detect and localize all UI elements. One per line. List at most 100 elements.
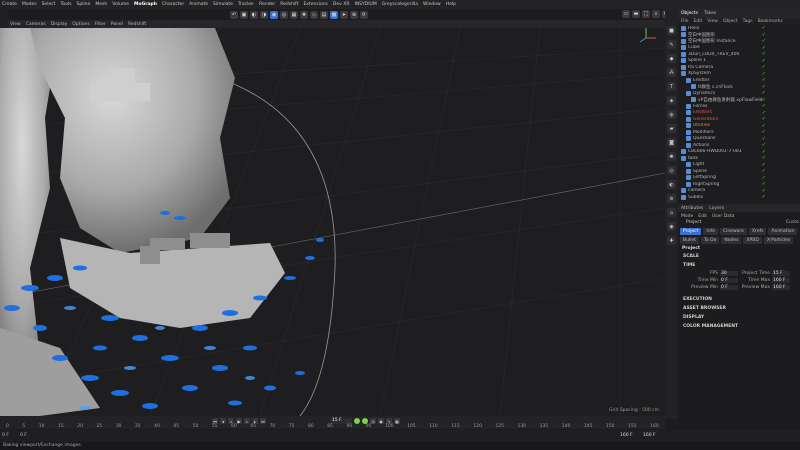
workplane-icon[interactable]: ▦	[290, 11, 298, 19]
viewport-menu-item[interactable]: Options	[72, 22, 89, 27]
menu-item[interactable]: Help	[446, 2, 456, 7]
viewport-menu-item[interactable]: Panel	[111, 22, 123, 27]
enabled-check-icon[interactable]: ✓	[762, 149, 766, 155]
text-icon[interactable]: T	[667, 82, 676, 91]
panel-tab[interactable]: Takes	[704, 11, 716, 16]
cube-icon[interactable]: ■	[667, 26, 676, 35]
fullscreen-icon[interactable]: ⛶	[642, 10, 650, 18]
enabled-check-icon[interactable]: ✓	[762, 25, 766, 31]
enabled-check-icon[interactable]: ✓	[762, 64, 766, 70]
field-value[interactable]: 0 F	[720, 284, 738, 291]
viewport-menu-item[interactable]: View	[10, 22, 21, 27]
target-icon[interactable]: ⊚	[667, 194, 676, 203]
light-icon[interactable]: ✺	[667, 152, 676, 161]
grid-icon[interactable]: ▤	[320, 11, 328, 19]
field-value[interactable]: 30	[720, 270, 738, 277]
panel-menu-item[interactable]: File	[681, 19, 689, 24]
menu-item[interactable]: Mesh	[95, 2, 107, 7]
menu-item[interactable]: Render	[259, 2, 275, 7]
viewport-menu-item[interactable]: Display	[51, 22, 68, 27]
menu-item[interactable]: Animate	[189, 2, 208, 7]
cursor-icon[interactable]: ➤	[340, 11, 348, 19]
panel-menu-item[interactable]: Object	[723, 19, 738, 24]
3d-viewport[interactable]: Grid Spacing : 500 cm	[0, 28, 665, 416]
attr-tab-to-do[interactable]: To Do	[700, 237, 720, 244]
attr-tab-info[interactable]: Info	[703, 228, 718, 235]
scene-icon[interactable]: ◎	[667, 166, 676, 175]
attr-tab-nodes[interactable]: Nodes	[721, 237, 742, 244]
cloner-icon[interactable]: ⁂	[667, 68, 676, 77]
enabled-check-icon[interactable]: ✓	[762, 136, 766, 142]
attr-tab-xpbd[interactable]: XPBD	[743, 237, 762, 244]
attributes-menu-item[interactable]: Mode	[681, 214, 693, 219]
group-color-management[interactable]: COLOR MANAGEMENT	[683, 324, 738, 329]
enabled-check-icon[interactable]: ✓	[762, 129, 766, 135]
snap-icon[interactable]: ◎	[280, 11, 288, 19]
enabled-check-icon[interactable]: ✓	[762, 188, 766, 194]
render-view-icon[interactable]: ▣	[240, 11, 248, 19]
end-frame[interactable]: 160 F	[643, 433, 656, 438]
custom-label[interactable]: Custo	[786, 220, 799, 225]
group-scale[interactable]: SCALE	[683, 254, 699, 259]
rotate-icon[interactable]: ⟳	[360, 11, 368, 19]
enabled-check-icon[interactable]: ✓	[762, 71, 766, 77]
panel-menu-item[interactable]: Bookmarks	[758, 19, 783, 24]
layout-icon[interactable]: ▭	[622, 10, 630, 18]
menu-item[interactable]: INSYDIUM	[354, 2, 376, 7]
preview-start-frame[interactable]: 0 F	[20, 433, 27, 438]
enabled-check-icon[interactable]: ✓	[762, 162, 766, 168]
undo-icon[interactable]: ↶	[230, 11, 238, 19]
enabled-check-icon[interactable]: ✓	[762, 97, 766, 103]
panel-menu-item[interactable]: Edit	[694, 19, 703, 24]
coordinate-system-icon[interactable]: ▩	[330, 11, 338, 19]
enabled-check-icon[interactable]: ✓	[762, 90, 766, 96]
field-icon[interactable]: ◍	[667, 110, 676, 119]
field-value[interactable]: 15 F	[772, 270, 790, 277]
floor-icon[interactable]: ▰	[667, 124, 676, 133]
menu-item[interactable]: Tools	[60, 2, 71, 7]
deformer-icon[interactable]: ◈	[667, 96, 676, 105]
sky-icon[interactable]: ◐	[667, 180, 676, 189]
navigation-gizmo[interactable]	[610, 28, 660, 48]
menu-item[interactable]: Character	[162, 2, 184, 7]
enabled-check-icon[interactable]: ✓	[762, 168, 766, 174]
attr-tab-animation[interactable]: Animation	[768, 228, 798, 235]
group-display[interactable]: DISPLAY	[683, 315, 704, 320]
tag-icon[interactable]: ⌂	[667, 208, 676, 217]
panel-menu-item[interactable]: Tags	[743, 19, 753, 24]
preview-end-frame[interactable]: 160 F	[620, 433, 633, 438]
lock-icon[interactable]: ◇	[310, 11, 318, 19]
attributes-tab[interactable]: Attributes	[681, 206, 703, 211]
menu-item[interactable]: Select	[42, 2, 56, 7]
menu-item[interactable]: Create	[2, 2, 17, 7]
panel-icon[interactable]: ▬	[632, 10, 640, 18]
ipr-icon[interactable]: ◑	[260, 11, 268, 19]
move-icon[interactable]: ⊕	[350, 11, 358, 19]
viewport-menu-item[interactable]: Cameras	[26, 22, 46, 27]
menu-item[interactable]: Greyscalegorilla	[382, 2, 418, 7]
menu-item[interactable]: Dev XR	[333, 2, 350, 7]
enabled-check-icon[interactable]: ✓	[762, 175, 766, 181]
viewport-menu-item[interactable]: Filter	[95, 22, 106, 27]
enabled-check-icon[interactable]: ✓	[762, 84, 766, 90]
attributes-menu-item[interactable]: Edit	[698, 214, 707, 219]
pen-icon[interactable]: ✎	[667, 40, 676, 49]
tools-icon[interactable]: ✚	[667, 236, 676, 245]
panel-tab[interactable]: Objects	[681, 11, 698, 16]
attr-tab-project[interactable]: Project	[680, 228, 702, 235]
field-value[interactable]: 160 F	[772, 284, 790, 291]
render-picture-icon[interactable]: ◐	[250, 11, 258, 19]
menu-item[interactable]: Modes	[22, 2, 37, 7]
enabled-check-icon[interactable]: ✓	[762, 181, 766, 187]
menu-item[interactable]: Extensions	[303, 2, 327, 7]
enabled-check-icon[interactable]: ✓	[762, 142, 766, 148]
enabled-check-icon[interactable]: ✓	[762, 45, 766, 51]
camera-icon[interactable]: ◙	[667, 138, 676, 147]
redshift-icon[interactable]: ◉	[667, 222, 676, 231]
field-value[interactable]: 0 F	[720, 277, 738, 284]
start-frame[interactable]: 0 F	[2, 433, 9, 438]
menu-item[interactable]: MoGraph	[134, 2, 157, 7]
menu-item[interactable]: Spline	[77, 2, 91, 7]
group-asset-browser[interactable]: ASSET BROWSER	[683, 306, 726, 311]
group-execution[interactable]: EXECUTION	[683, 297, 712, 302]
